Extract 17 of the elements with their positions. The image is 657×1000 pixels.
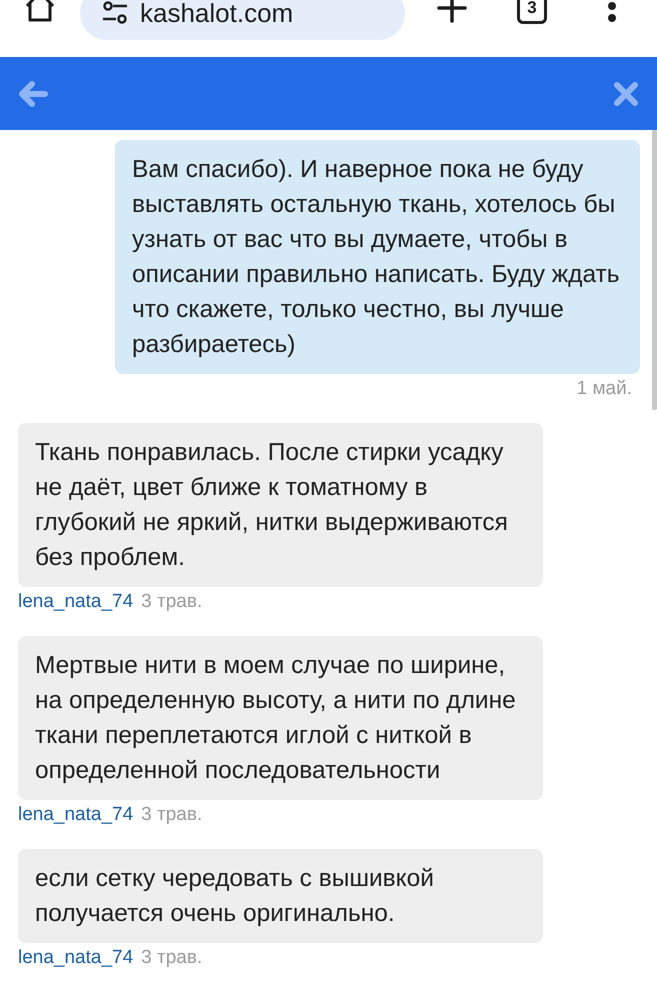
received-message: Мертвые нити в моем случае по ширине, на определенную высоту, а нити по длине ткани переплетаются иглой с ниткой в определенной последовательности	[18, 636, 543, 800]
scrollbar-thumb[interactable]	[652, 130, 657, 410]
author-link[interactable]: lena_nata_74	[18, 946, 134, 970]
tabs-button[interactable]: 3	[517, 0, 547, 24]
address-bar[interactable]: kashalot.com	[80, 0, 405, 40]
received-message: Ткань понравилась. После стирки усадку не даёт, цвет ближе к томатному в глубокий не яркий, нитки выдерживаются без проблем.	[18, 423, 543, 587]
sent-message: Вам спасибо). И наверное пока не буду выставлять остальную ткань, хотелось бы узнать от вас что вы думаете, чтобы в описании правильно написать. Буду ждать что скажете, только честно, вы лучше разбираетесь)	[115, 140, 640, 374]
message-date: 3 трав.	[141, 946, 202, 970]
tune-icon[interactable]	[102, 0, 128, 26]
plus-icon[interactable]	[437, 0, 467, 23]
received-message: если сетку чередовать с вышивкой получается очень оригинально.	[18, 849, 543, 943]
message-date: 3 трав.	[141, 590, 202, 614]
message-date: 3 трав.	[141, 803, 202, 827]
url-text: kashalot.com	[140, 0, 294, 26]
author-link[interactable]: lena_nata_74	[18, 590, 134, 614]
author-link[interactable]: lena_nata_74	[18, 803, 134, 827]
message-date: 1 май.	[576, 377, 632, 401]
